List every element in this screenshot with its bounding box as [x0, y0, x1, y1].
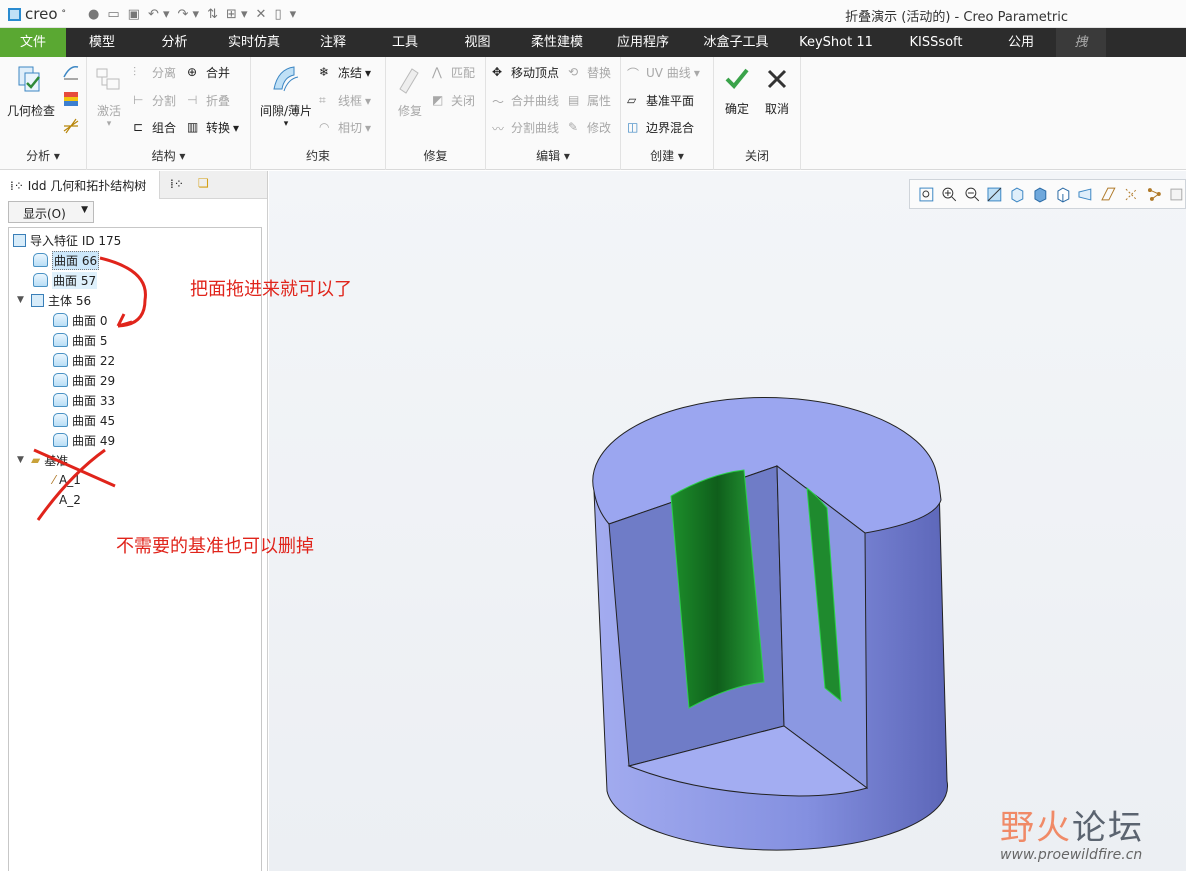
- watermark-title: 野火论坛: [1000, 808, 1144, 848]
- watermark: 野火论坛 www.proewildfire.cn: [1000, 800, 1144, 863]
- drag-surface-annotation: 把面拖进来就可以了: [190, 279, 352, 300]
- delete-datum-annotation: 不需要的基准也可以删掉: [116, 536, 314, 557]
- watermark-url: www.proewildfire.cn: [1000, 847, 1143, 863]
- cross-out-stroke: [33, 448, 116, 521]
- annotation-strokes: [33, 256, 147, 521]
